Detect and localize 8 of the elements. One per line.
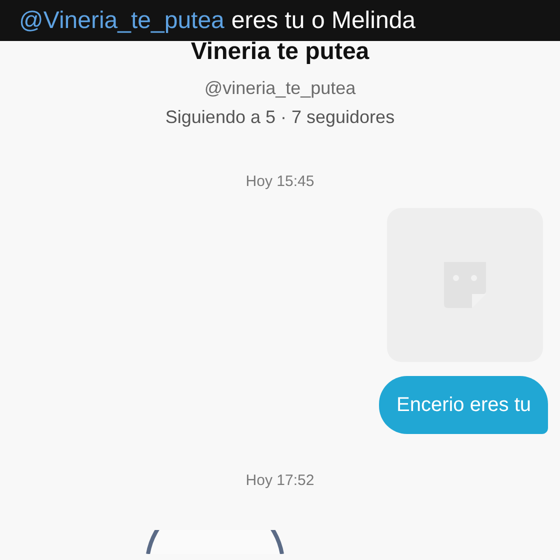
profile-handle: @vineria_te_putea <box>204 77 356 100</box>
caption-mention[interactable]: @Vineria_te_putea <box>19 2 224 38</box>
caption-text: eres tu o Melinda <box>231 6 416 36</box>
profile-name: Vineria te putea <box>190 39 370 65</box>
message-timestamp: Hoy 15:45 <box>246 172 314 192</box>
message-timestamp: Hoy 17:52 <box>246 470 314 490</box>
profile-stats: Siguiendo a 5 · 7 seguidores <box>165 106 395 129</box>
message-bubble: Encerio eres tu <box>379 376 548 434</box>
